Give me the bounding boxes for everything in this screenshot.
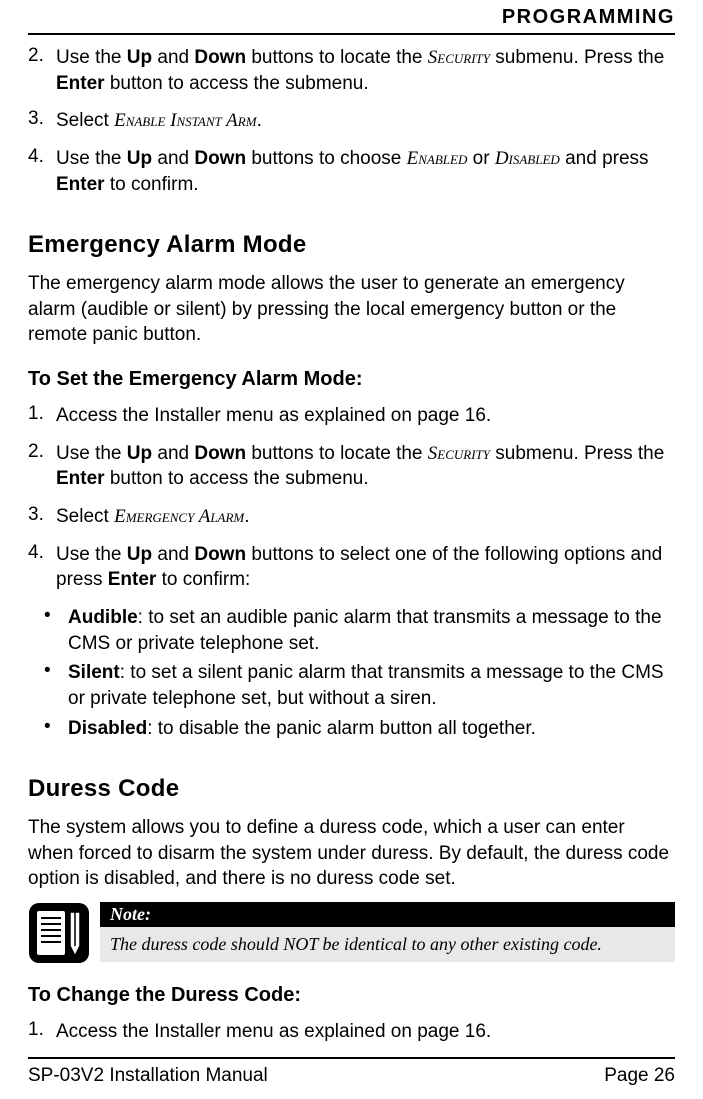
paragraph: The emergency alarm mode allows the user…	[28, 271, 675, 348]
list-number: 2.	[28, 45, 56, 96]
footer-left: SP-03V2 Installation Manual	[28, 1065, 268, 1087]
page-header: PROGRAMMING	[28, 0, 675, 35]
list-item: 4. Use the Up and Down buttons to select…	[28, 542, 675, 593]
bullet-body: Disabled: to disable the panic alarm but…	[68, 716, 536, 742]
list-item: 3. Select Enable Instant Arm.	[28, 108, 675, 134]
subheading-set-emergency: To Set the Emergency Alarm Mode:	[28, 368, 675, 391]
list-item: 1. Access the Installer menu as explaine…	[28, 403, 675, 429]
bullet-marker: •	[44, 605, 68, 656]
list-number: 4.	[28, 146, 56, 197]
list-number: 1.	[28, 1019, 56, 1045]
list-body: Use the Up and Down buttons to select on…	[56, 542, 675, 593]
bullet-body: Audible: to set an audible panic alarm t…	[68, 605, 675, 656]
note-icon	[28, 902, 100, 964]
list-item: 1. Access the Installer menu as explaine…	[28, 1019, 675, 1045]
note-text: The duress code should NOT be identical …	[100, 927, 675, 962]
list-body: Use the Up and Down buttons to choose En…	[56, 146, 675, 197]
list-body: Select Enable Instant Arm.	[56, 108, 262, 134]
list-number: 1.	[28, 403, 56, 429]
list-body: Access the Installer menu as explained o…	[56, 403, 491, 429]
note-box: Note: The duress code should NOT be iden…	[28, 902, 675, 964]
paragraph: The system allows you to define a duress…	[28, 815, 675, 892]
bullet-item: • Audible: to set an audible panic alarm…	[28, 605, 675, 656]
heading-emergency-alarm-mode: Emergency Alarm Mode	[28, 231, 675, 259]
note-label: Note:	[100, 902, 675, 927]
bullet-marker: •	[44, 660, 68, 711]
list-item: 2. Use the Up and Down buttons to locate…	[28, 45, 675, 96]
footer-right: Page 26	[604, 1065, 675, 1087]
section-label: PROGRAMMING	[502, 6, 675, 29]
page-footer: SP-03V2 Installation Manual Page 26	[28, 1057, 675, 1087]
bullet-item: • Silent: to set a silent panic alarm th…	[28, 660, 675, 711]
list-body: Use the Up and Down buttons to locate th…	[56, 45, 675, 96]
list-number: 3.	[28, 108, 56, 134]
subheading-change-duress: To Change the Duress Code:	[28, 984, 675, 1007]
list-item: 4. Use the Up and Down buttons to choose…	[28, 146, 675, 197]
bullet-item: • Disabled: to disable the panic alarm b…	[28, 716, 675, 742]
bullet-body: Silent: to set a silent panic alarm that…	[68, 660, 675, 711]
list-item: 3. Select Emergency Alarm.	[28, 504, 675, 530]
list-number: 2.	[28, 441, 56, 492]
list-body: Access the Installer menu as explained o…	[56, 1019, 491, 1045]
note-content: Note: The duress code should NOT be iden…	[100, 902, 675, 964]
list-body: Select Emergency Alarm.	[56, 504, 250, 530]
list-number: 3.	[28, 504, 56, 530]
list-body: Use the Up and Down buttons to locate th…	[56, 441, 675, 492]
document-page: PROGRAMMING 2. Use the Up and Down butto…	[0, 0, 703, 1099]
list-item: 2. Use the Up and Down buttons to locate…	[28, 441, 675, 492]
heading-duress-code: Duress Code	[28, 775, 675, 803]
list-number: 4.	[28, 542, 56, 593]
bullet-marker: •	[44, 716, 68, 742]
